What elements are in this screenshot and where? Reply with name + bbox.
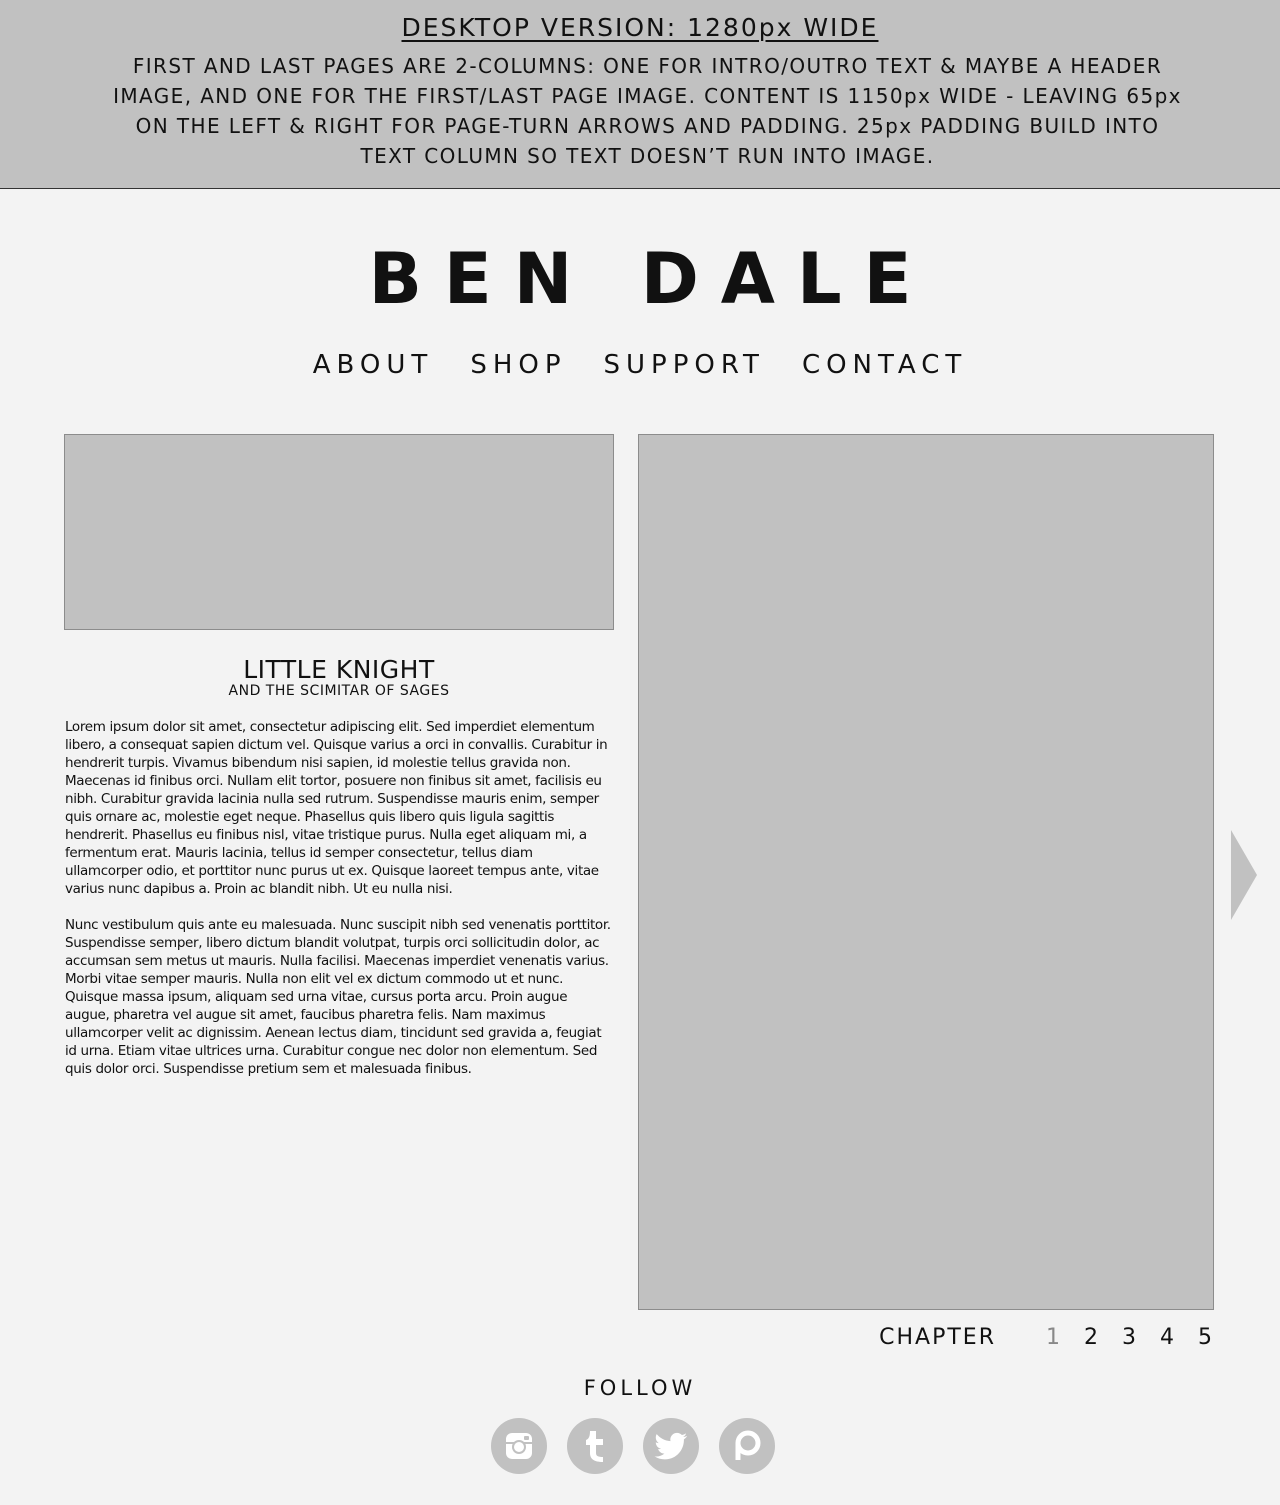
nav-contact[interactable]: CONTACT bbox=[802, 350, 967, 380]
follow-label: FOLLOW bbox=[583, 1376, 697, 1400]
patreon-link[interactable] bbox=[719, 1418, 775, 1474]
next-page-arrow-icon[interactable] bbox=[1231, 830, 1257, 920]
nav-about[interactable]: ABOUT bbox=[313, 350, 434, 380]
chapter-link-1[interactable]: 1 bbox=[1046, 1325, 1062, 1350]
tumblr-icon bbox=[586, 1431, 603, 1462]
chapter-link-5[interactable]: 5 bbox=[1198, 1325, 1214, 1350]
twitter-link[interactable] bbox=[643, 1418, 699, 1474]
tumblr-link[interactable] bbox=[567, 1418, 623, 1474]
twitter-icon bbox=[654, 1432, 688, 1460]
chapter-pager: CHAPTER 1 2 3 4 5 bbox=[879, 1325, 1214, 1350]
main-nav: ABOUT SHOP SUPPORT CONTACT bbox=[0, 350, 1280, 380]
annotation-title: DESKTOP VERSION: 1280px WIDE bbox=[401, 13, 879, 42]
nav-support[interactable]: SUPPORT bbox=[604, 350, 765, 380]
intro-paragraph: Nunc vestibulum quis ante eu malesuada. … bbox=[65, 917, 611, 1077]
story-subtitle: AND THE SCIMITAR OF SAGES bbox=[228, 683, 450, 699]
patreon-icon bbox=[735, 1430, 761, 1460]
chapter-link-4[interactable]: 4 bbox=[1160, 1325, 1176, 1350]
header-image-placeholder bbox=[64, 434, 614, 630]
social-links bbox=[491, 1418, 775, 1474]
site-logo[interactable]: BEN DALE bbox=[0, 238, 1280, 320]
nav-shop[interactable]: SHOP bbox=[470, 350, 566, 380]
instagram-icon bbox=[506, 1433, 532, 1459]
chapter-link-3[interactable]: 3 bbox=[1122, 1325, 1138, 1350]
page-image-placeholder bbox=[638, 434, 1214, 1310]
chapter-link-2[interactable]: 2 bbox=[1084, 1325, 1100, 1350]
chapter-label: CHAPTER bbox=[879, 1325, 996, 1350]
intro-text: Lorem ipsum dolor sit amet, consectetur … bbox=[65, 718, 613, 1096]
annotation-banner: DESKTOP VERSION: 1280px WIDE FIRST AND L… bbox=[0, 0, 1280, 189]
intro-paragraph: Lorem ipsum dolor sit amet, consectetur … bbox=[65, 719, 608, 897]
annotation-body: FIRST AND LAST PAGES ARE 2-COLUMNS: ONE … bbox=[113, 54, 1182, 168]
story-title: LITTLE KNIGHT bbox=[243, 655, 435, 684]
instagram-link[interactable] bbox=[491, 1418, 547, 1474]
